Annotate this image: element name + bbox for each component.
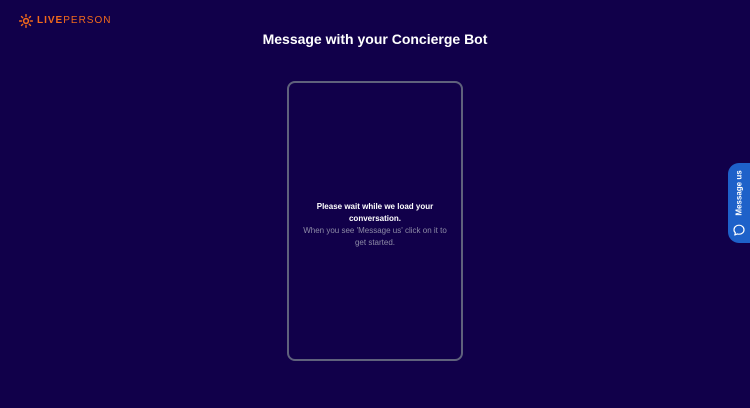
liveperson-logo: LIVEPERSON <box>19 14 111 28</box>
logo-live-text: LIVE <box>37 15 64 26</box>
loading-message: Please wait while we load your conversat… <box>289 201 461 249</box>
message-us-button[interactable]: Message us <box>728 163 750 243</box>
page-title: Message with your Concierge Bot <box>262 31 488 47</box>
loading-secondary-text: When you see 'Message us' click on it to… <box>303 226 447 247</box>
liveperson-sun-icon <box>19 14 33 28</box>
chat-bubble-icon <box>733 224 745 236</box>
logo-wordmark: LIVEPERSON <box>37 14 111 28</box>
message-us-label: Message us <box>734 170 744 216</box>
chat-window-frame: Please wait while we load your conversat… <box>287 81 463 361</box>
logo-person-text: PERSON <box>63 15 112 26</box>
loading-primary-text: Please wait while we load your conversat… <box>316 202 434 223</box>
page: LIVEPERSON Message with your Concierge B… <box>0 0 750 408</box>
